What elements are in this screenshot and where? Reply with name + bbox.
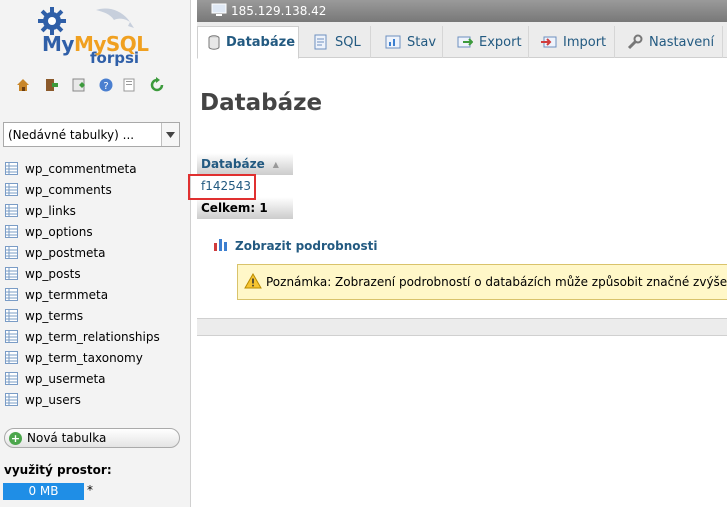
table-item-label: wp_termmeta xyxy=(25,287,109,302)
bar-chart-icon xyxy=(213,237,229,254)
table-icon xyxy=(5,330,18,343)
table-icon xyxy=(5,351,18,364)
column-header-label: Databáze xyxy=(201,157,265,171)
table-list: wp_commentmeta wp_comments wp_links wp_o… xyxy=(5,158,187,410)
tab-label: Import xyxy=(563,34,607,50)
docs-icon[interactable]: ? xyxy=(97,76,115,94)
table-item-wp_postmeta[interactable]: wp_postmeta xyxy=(5,242,187,263)
sql-docs-icon[interactable] xyxy=(120,76,138,94)
content-footer-bar xyxy=(197,318,727,336)
tab-bar: Databáze SQL Stav Export Import Nastaven… xyxy=(197,22,727,59)
sql-icon xyxy=(313,34,329,50)
table-item-wp_options[interactable]: wp_options xyxy=(5,221,187,242)
table-icon xyxy=(5,267,18,280)
table-icon xyxy=(5,246,18,259)
table-total-row: Celkem: 1 xyxy=(197,197,293,219)
used-space-label: využitý prostor: xyxy=(4,463,112,477)
svg-text:?: ? xyxy=(103,81,108,92)
table-item-wp_users[interactable]: wp_users xyxy=(5,389,187,410)
server-address[interactable]: 185.129.138.42 xyxy=(231,4,326,18)
table-icon xyxy=(5,162,18,175)
notice-text: Poznámka: Zobrazení podrobností o databá… xyxy=(266,275,727,289)
tab-import[interactable]: Import xyxy=(531,26,615,58)
tab-settings[interactable]: Nastavení xyxy=(617,26,723,58)
table-item-wp_term_relationships[interactable]: wp_term_relationships xyxy=(5,326,187,347)
selection-highlight-box xyxy=(188,174,256,200)
table-item-wp_posts[interactable]: wp_posts xyxy=(5,263,187,284)
plus-icon: + xyxy=(9,431,22,445)
table-icon xyxy=(5,204,18,217)
used-space-value: 0 MB xyxy=(3,483,84,500)
show-details-label: Zobrazit podrobnosti xyxy=(235,238,378,253)
sort-ascending-icon: ▲ xyxy=(272,159,279,169)
navigation-sidebar: MyMySQL forpsi ? (Nedávné tabulky) ... w… xyxy=(0,0,191,507)
used-space-note: * xyxy=(87,483,93,497)
table-icon xyxy=(5,183,18,196)
export-icon xyxy=(457,34,473,50)
warning-icon xyxy=(244,272,262,292)
table-item-label: wp_term_relationships xyxy=(25,329,160,344)
tab-status[interactable]: Stav xyxy=(373,26,443,58)
page-title: Databáze xyxy=(200,90,323,116)
recent-tables-value: (Nedávné tabulky) ... xyxy=(8,127,135,142)
server-icon xyxy=(211,3,227,20)
notice-box: Poznámka: Zobrazení podrobností o databá… xyxy=(237,264,727,300)
table-item-label: wp_terms xyxy=(25,308,84,323)
table-item-wp_comments[interactable]: wp_comments xyxy=(5,179,187,200)
server-breadcrumb: 185.129.138.42 xyxy=(197,0,727,22)
table-item-label: wp_term_taxonomy xyxy=(25,350,143,365)
logout-icon[interactable] xyxy=(42,76,60,94)
reload-icon[interactable] xyxy=(148,76,166,94)
new-table-button[interactable]: + Nová tabulka xyxy=(4,428,180,448)
logo-text-my: My xyxy=(42,32,74,56)
show-details-link[interactable]: Zobrazit podrobnosti xyxy=(213,237,378,254)
chevron-down-icon xyxy=(161,123,179,146)
import-icon xyxy=(541,34,557,50)
table-item-label: wp_links xyxy=(25,203,76,218)
table-item-label: wp_postmeta xyxy=(25,245,106,260)
settings-icon xyxy=(627,34,643,50)
table-icon xyxy=(5,372,18,385)
table-icon xyxy=(5,309,18,322)
tab-sql[interactable]: SQL xyxy=(301,26,371,58)
recent-tables-select[interactable]: (Nedávné tabulky) ... xyxy=(3,122,180,147)
table-icon xyxy=(5,393,18,406)
status-icon xyxy=(385,34,401,50)
tab-label: SQL xyxy=(335,34,361,50)
new-table-label: Nová tabulka xyxy=(27,431,107,445)
table-item-label: wp_usermeta xyxy=(25,371,106,386)
query-window-icon[interactable] xyxy=(70,76,88,94)
table-icon xyxy=(5,288,18,301)
table-item-wp_commentmeta[interactable]: wp_commentmeta xyxy=(5,158,187,179)
table-item-wp_usermeta[interactable]: wp_usermeta xyxy=(5,368,187,389)
table-header-database[interactable]: Databáze ▲ xyxy=(197,153,293,175)
table-item-wp_term_taxonomy[interactable]: wp_term_taxonomy xyxy=(5,347,187,368)
database-icon xyxy=(208,35,220,50)
tab-label: Export xyxy=(479,34,522,50)
table-item-wp_terms[interactable]: wp_terms xyxy=(5,305,187,326)
table-item-label: wp_comments xyxy=(25,182,112,197)
sidebar-toolbar: ? xyxy=(14,76,174,96)
home-icon[interactable] xyxy=(14,76,32,94)
table-item-wp_termmeta[interactable]: wp_termmeta xyxy=(5,284,187,305)
table-item-label: wp_options xyxy=(25,224,93,239)
logo-text-forpsi: forpsi xyxy=(90,49,140,67)
table-item-wp_links[interactable]: wp_links xyxy=(5,200,187,221)
tab-export[interactable]: Export xyxy=(445,26,529,58)
tab-label: Databáze xyxy=(226,35,296,50)
table-icon xyxy=(5,225,18,238)
table-item-label: wp_commentmeta xyxy=(25,161,137,176)
table-item-label: wp_posts xyxy=(25,266,81,281)
tab-label: Nastavení xyxy=(649,34,715,50)
tab-label: Stav xyxy=(407,34,437,50)
mysql-forpsi-logo[interactable]: MyMySQL forpsi xyxy=(34,4,154,67)
table-item-label: wp_users xyxy=(25,392,81,407)
tab-databases[interactable]: Databáze xyxy=(197,26,299,59)
